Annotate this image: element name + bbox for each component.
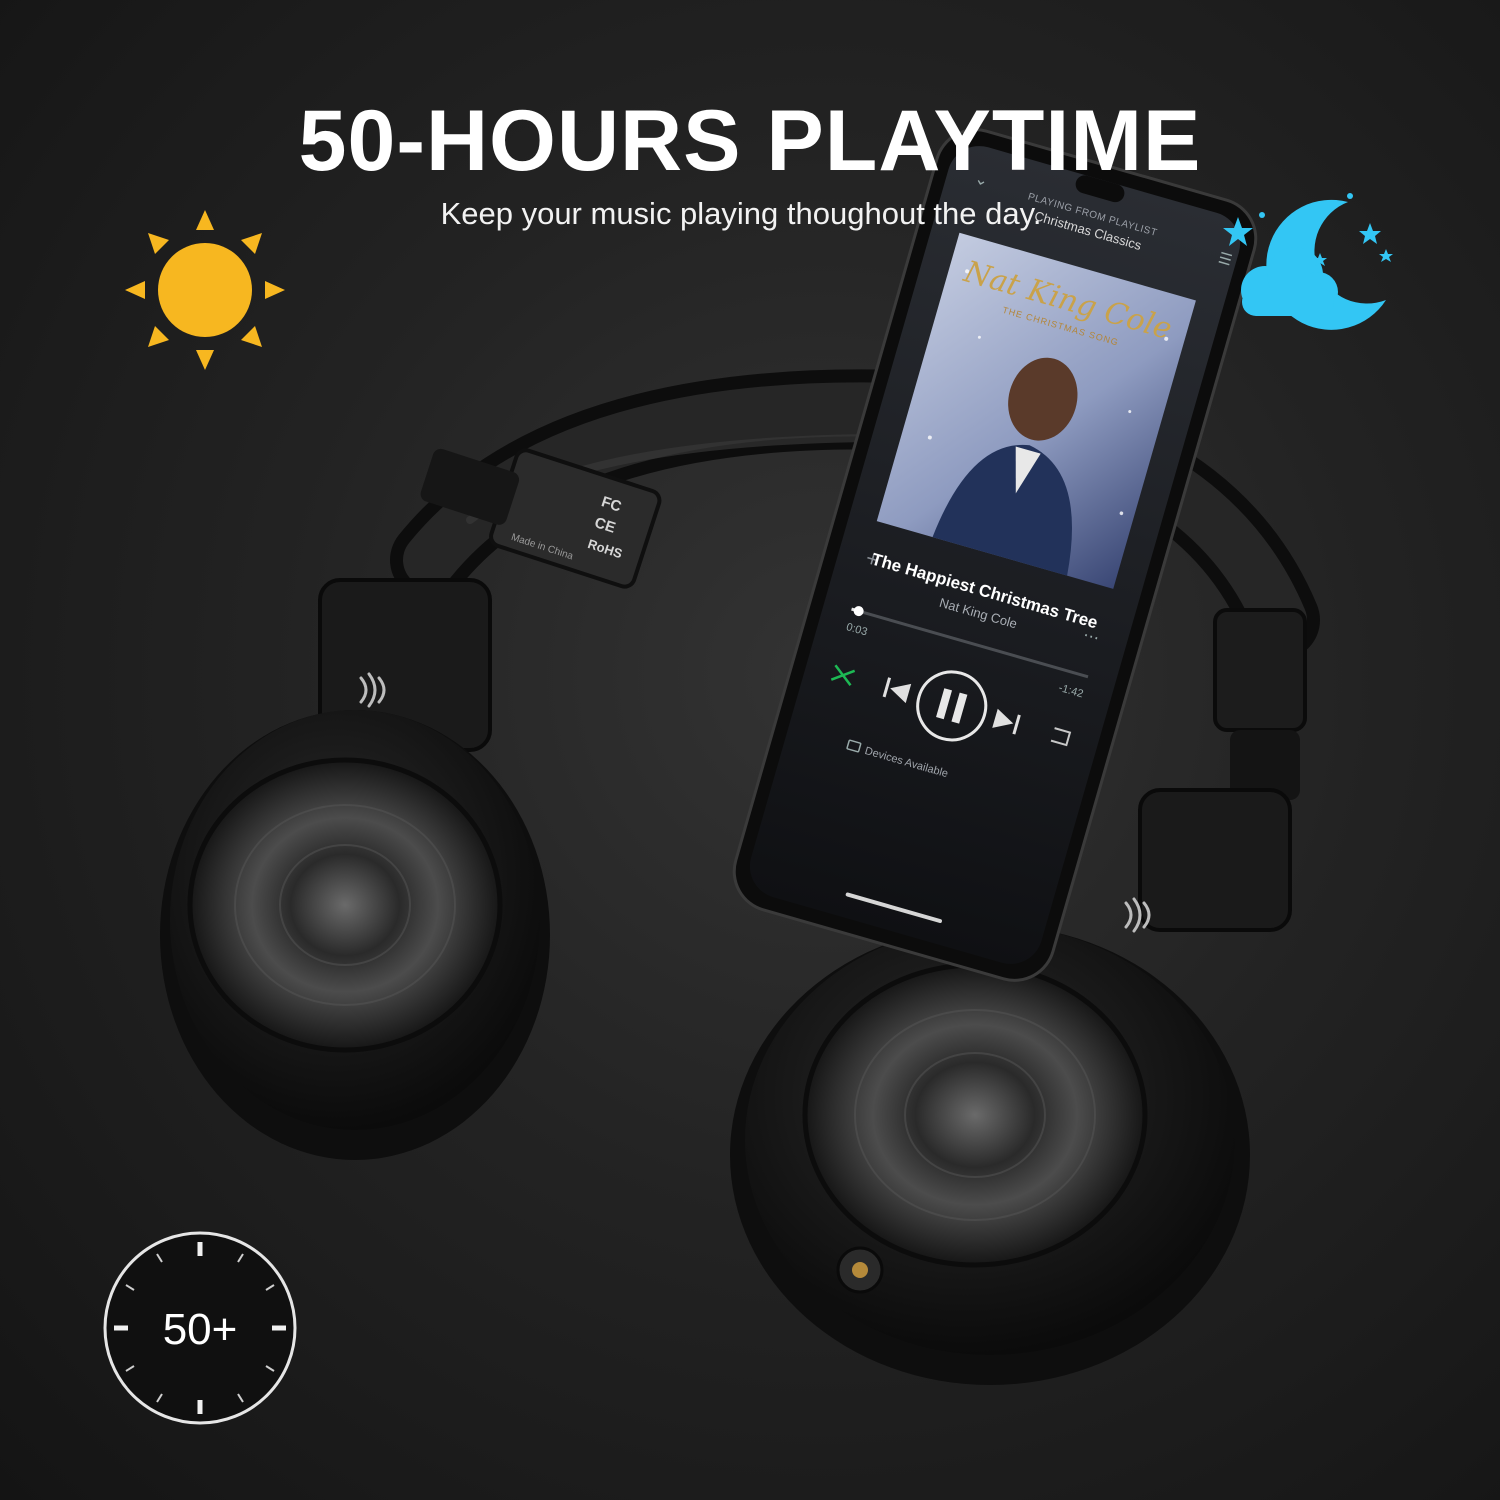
sun-icon: [125, 210, 285, 370]
stopwatch-icon: 50+: [103, 1231, 297, 1425]
product-banner: FC CE RoHS Made in China ⌄ PLAYING FROM …: [0, 0, 1500, 1500]
banner-subtitle: Keep your music playing thoughout the da…: [440, 196, 1042, 231]
right-slider: [1213, 608, 1307, 800]
banner-title: 50-HOURS PLAYTIME: [298, 93, 1202, 189]
cloud-icon: [1241, 247, 1338, 316]
left-earcup: [160, 578, 550, 1160]
playtime-badge-value: 50+: [163, 1305, 238, 1354]
